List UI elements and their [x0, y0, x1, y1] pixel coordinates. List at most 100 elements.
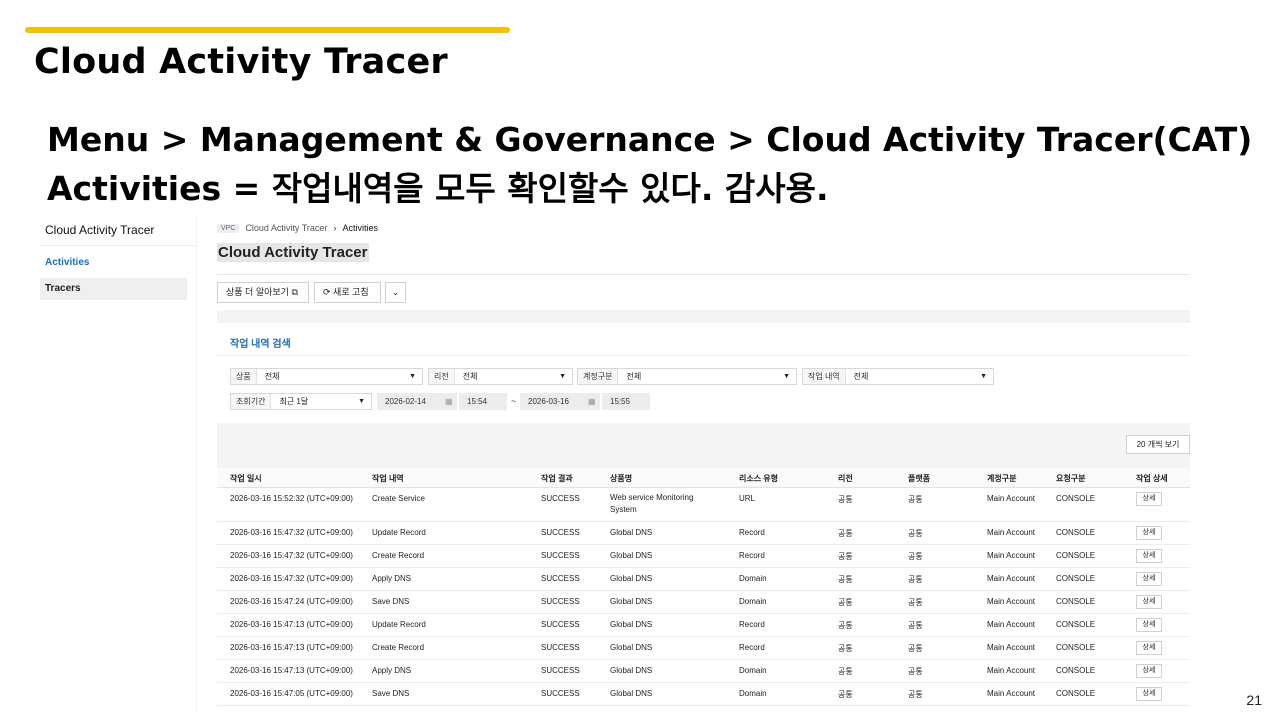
table-row[interactable]: 2026-03-16 15:47:32 (UTC+09:00) Create R…	[217, 545, 1190, 568]
task-select[interactable]: 작업 내역 전체 ▼	[802, 368, 994, 385]
request-type: CONSOLE	[1056, 597, 1096, 606]
caret-down-icon: ▼	[358, 398, 365, 405]
request-type: CONSOLE	[1056, 574, 1096, 583]
detail-button[interactable]: 상세	[1136, 595, 1162, 609]
detail-button[interactable]: 상세	[1136, 687, 1162, 701]
platform: 공통	[908, 552, 923, 561]
task-result: SUCCESS	[541, 666, 580, 675]
task-result: SUCCESS	[541, 643, 580, 652]
task-result: SUCCESS	[541, 689, 580, 698]
search-panel-divider	[217, 355, 1190, 356]
task-time: 2026-03-16 15:47:32 (UTC+09:00)	[230, 574, 353, 583]
table-row[interactable]: 2026-03-16 15:47:05 (UTC+09:00) Save DNS…	[217, 683, 1190, 706]
period-select[interactable]: 조회기간 최근 1달 ▼	[230, 393, 372, 410]
product-name: Global DNS	[610, 551, 653, 560]
header-divider	[217, 274, 1190, 275]
product-name: Global DNS	[610, 528, 653, 537]
chevron-down-icon: ⌄	[391, 287, 400, 297]
accent-bar	[25, 27, 510, 33]
product-select[interactable]: 상품 전체 ▼	[230, 368, 423, 385]
task-time: 2026-03-16 15:47:32 (UTC+09:00)	[230, 528, 353, 537]
caret-down-icon: ▼	[980, 373, 987, 380]
column-header: 계정구분	[987, 474, 1017, 483]
sidebar: Cloud Activity Tracer Activities Tracers	[40, 215, 197, 710]
refresh-button[interactable]: ⟳ 새로 고침	[314, 282, 381, 303]
detail-button[interactable]: 상세	[1136, 526, 1162, 540]
end-date-input[interactable]: 2026-03-16 ▦	[520, 393, 600, 410]
account-type: Main Account	[987, 597, 1036, 606]
account-type-select[interactable]: 계정구분 전체 ▼	[577, 368, 797, 385]
sidebar-item-activities[interactable]: Activities	[40, 252, 187, 274]
page-number: 21	[1246, 692, 1262, 708]
task-result: SUCCESS	[541, 551, 580, 560]
resource-type: Record	[739, 620, 765, 629]
more-options-button[interactable]: ⌄	[385, 282, 406, 303]
table-row[interactable]: 2026-03-16 15:47:24 (UTC+09:00) Save DNS…	[217, 591, 1190, 614]
product-name: Global DNS	[610, 620, 653, 629]
detail-button[interactable]: 상세	[1136, 641, 1162, 655]
region-select[interactable]: 리전 전체 ▼	[428, 368, 573, 385]
request-type: CONSOLE	[1056, 528, 1096, 537]
start-date-input[interactable]: 2026-02-14 ▦	[377, 393, 457, 410]
region: 공통	[838, 495, 853, 504]
table-row[interactable]: 2026-03-16 15:52:32 (UTC+09:00) Create S…	[217, 488, 1190, 522]
search-panel-title: 작업 내역 검색	[230, 339, 291, 350]
breadcrumb-current: Activities	[342, 223, 378, 233]
platform: 공통	[908, 621, 923, 630]
detail-button[interactable]: 상세	[1136, 664, 1162, 678]
table-row[interactable]: 2026-03-16 15:47:13 (UTC+09:00) Apply DN…	[217, 660, 1190, 683]
task-name: Create Record	[372, 551, 425, 560]
detail-button[interactable]: 상세	[1136, 549, 1162, 563]
region: 공통	[838, 644, 853, 653]
chevron-right-icon: ›	[333, 223, 337, 233]
calendar-icon: ▦	[588, 397, 596, 406]
date-range-separator: ~	[511, 396, 517, 406]
sidebar-item-tracers[interactable]: Tracers	[40, 278, 187, 300]
resource-type: Domain	[739, 689, 767, 698]
region: 공통	[838, 598, 853, 607]
caret-down-icon: ▼	[409, 373, 416, 380]
product-name: Global DNS	[610, 643, 653, 652]
request-type: CONSOLE	[1056, 551, 1096, 560]
resource-type: Domain	[739, 597, 767, 606]
task-time: 2026-03-16 15:47:13 (UTC+09:00)	[230, 666, 353, 675]
start-time-input[interactable]: 15:54	[459, 393, 507, 410]
page-size-select[interactable]: 20 개씩 보기	[1126, 435, 1190, 454]
slide-title: Cloud Activity Tracer	[34, 42, 448, 82]
table-row[interactable]: 2026-03-16 15:47:32 (UTC+09:00) Apply DN…	[217, 568, 1190, 591]
request-type: CONSOLE	[1056, 689, 1096, 698]
resource-type: Record	[739, 643, 765, 652]
task-name: Save DNS	[372, 597, 410, 606]
column-header: 작업 일시	[230, 474, 262, 483]
column-header: 리소스 유형	[739, 474, 779, 483]
detail-button[interactable]: 상세	[1136, 572, 1162, 586]
end-time-input[interactable]: 15:55	[602, 393, 650, 410]
account-type: Main Account	[987, 494, 1036, 503]
learn-more-button[interactable]: 상품 더 알아보기 ⧉	[217, 282, 309, 303]
resource-type: Domain	[739, 666, 767, 675]
region-label: 리전	[429, 369, 455, 384]
resource-type: Record	[739, 551, 765, 560]
product-label: 상품	[231, 369, 257, 384]
task-name: Update Record	[372, 620, 426, 629]
account-type: Main Account	[987, 643, 1036, 652]
resource-type: URL	[739, 494, 756, 503]
task-time: 2026-03-16 15:52:32 (UTC+09:00)	[230, 494, 353, 503]
table-row[interactable]: 2026-03-16 15:47:32 (UTC+09:00) Update R…	[217, 522, 1190, 545]
region: 공통	[838, 621, 853, 630]
task-name: Apply DNS	[372, 574, 412, 583]
calendar-icon: ▦	[445, 397, 453, 406]
region: 공통	[838, 690, 853, 699]
activities-table: 작업 일시 작업 내역 작업 결과 상품명 리소스 유형 리전 플랫폼 계정구분…	[217, 468, 1190, 710]
table-row[interactable]: 2026-03-16 15:47:13 (UTC+09:00) Update R…	[217, 614, 1190, 637]
breadcrumb-parent[interactable]: Cloud Activity Tracer	[245, 223, 327, 233]
request-type: CONSOLE	[1056, 666, 1096, 675]
column-header: 요청구분	[1056, 474, 1086, 483]
detail-button[interactable]: 상세	[1136, 618, 1162, 632]
main-content: VPC Cloud Activity Tracer › Activities C…	[217, 215, 1190, 710]
end-date-value: 2026-03-16	[528, 397, 569, 406]
sidebar-divider	[40, 245, 197, 246]
task-name: Update Record	[372, 528, 426, 537]
detail-button[interactable]: 상세	[1136, 492, 1162, 506]
table-row[interactable]: 2026-03-16 15:47:13 (UTC+09:00) Create R…	[217, 637, 1190, 660]
